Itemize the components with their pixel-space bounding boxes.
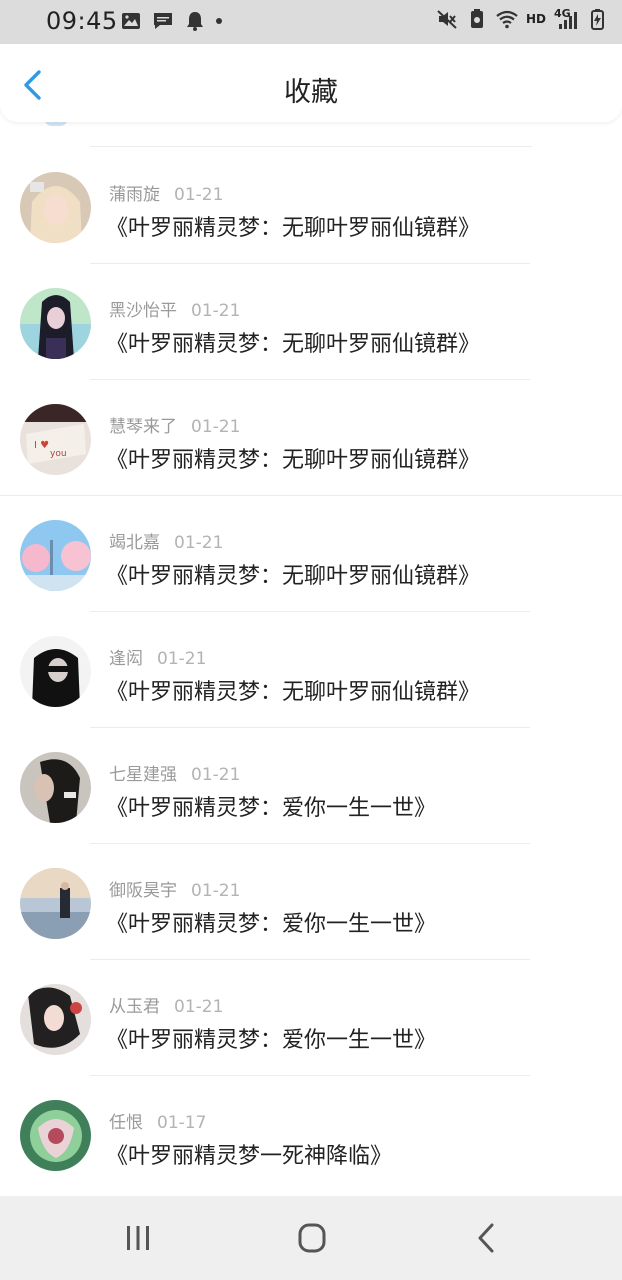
avatar[interactable]: [20, 868, 91, 939]
item-title: 《叶罗丽精灵梦：爱你一生一世》: [106, 1028, 437, 1053]
item-date: 01-21: [174, 997, 224, 1017]
divider: [90, 146, 532, 147]
avatar[interactable]: [20, 1100, 91, 1171]
favorites-list: 蒲雨旋 01-21 《叶罗丽精灵梦：无聊叶罗丽仙镜群》 黑沙怡平 01-21 《叶罗…: [0, 122, 622, 1196]
status-bar: 09:45 HD 4G: [0, 0, 622, 44]
item-date: 01-17: [157, 1113, 207, 1133]
list-item[interactable]: 任恨 01-17 《叶罗丽精灵梦一死神降临》: [0, 1076, 622, 1192]
svg-text:you: you: [50, 449, 67, 459]
navigation-bar: [0, 1196, 622, 1280]
avatar[interactable]: [20, 984, 91, 1055]
recent-apps-icon[interactable]: [118, 1220, 158, 1256]
item-date: 01-21: [191, 417, 241, 437]
item-title: 《叶罗丽精灵梦：爱你一生一世》: [106, 796, 437, 821]
battery-icon: [591, 9, 604, 30]
avatar[interactable]: [20, 288, 91, 359]
header-bar: 收藏: [0, 44, 622, 122]
user-name: 从玉君: [109, 997, 160, 1017]
battery-saver-icon: [470, 9, 483, 28]
list-item[interactable]: 七星建强 01-21 《叶罗丽精灵梦：爱你一生一世》: [0, 728, 622, 844]
user-name: 蒲雨旋: [109, 185, 160, 205]
message-icon: [154, 13, 172, 29]
user-name: 御阪昊宇: [109, 881, 177, 901]
user-name: 竭北嘉: [109, 533, 160, 553]
signal-icon: [559, 12, 577, 29]
item-title: 《叶罗丽精灵梦：无聊叶罗丽仙镜群》: [106, 564, 481, 589]
list-item[interactable]: 逢闳 01-21 《叶罗丽精灵梦：无聊叶罗丽仙镜群》: [0, 612, 622, 728]
page-title: 收藏: [284, 77, 338, 108]
avatar[interactable]: [20, 752, 91, 823]
wifi-icon: [496, 10, 518, 29]
item-title: 《叶罗丽精灵梦：无聊叶罗丽仙镜群》: [106, 448, 481, 473]
home-icon[interactable]: [292, 1220, 332, 1256]
item-title: 《叶罗丽精灵梦：无聊叶罗丽仙镜群》: [106, 332, 481, 357]
user-name: 任恨: [109, 1113, 143, 1133]
item-title: 《叶罗丽精灵梦：无聊叶罗丽仙镜群》: [106, 216, 481, 241]
item-title: 《叶罗丽精灵梦：爱你一生一世》: [106, 912, 437, 937]
user-name: 逢闳: [109, 649, 143, 669]
status-time: 09:45: [46, 7, 118, 35]
avatar: [44, 122, 68, 126]
list-item[interactable]: 蒲雨旋 01-21 《叶罗丽精灵梦：无聊叶罗丽仙镜群》: [0, 148, 622, 264]
item-date: 01-21: [191, 301, 241, 321]
user-name: 黑沙怡平: [109, 301, 177, 321]
avatar[interactable]: [20, 172, 91, 243]
svg-text:I ♥: I ♥: [34, 440, 49, 451]
avatar[interactable]: [20, 636, 91, 707]
list-item[interactable]: 从玉君 01-21 《叶罗丽精灵梦：爱你一生一世》: [0, 960, 622, 1076]
image-icon: [122, 13, 140, 29]
item-title: 《叶罗丽精灵梦一死神降临》: [106, 1144, 393, 1169]
avatar[interactable]: [20, 520, 91, 591]
back-icon[interactable]: [466, 1220, 506, 1256]
list-item[interactable]: 竭北嘉 01-21 《叶罗丽精灵梦：无聊叶罗丽仙镜群》: [0, 496, 622, 612]
item-title: 《叶罗丽精灵梦：无聊叶罗丽仙镜群》: [106, 680, 481, 705]
dot-icon: [216, 18, 222, 24]
user-name: 七星建强: [109, 765, 177, 785]
item-date: 01-21: [191, 765, 241, 785]
item-date: 01-21: [157, 649, 207, 669]
list-item[interactable]: 黑沙怡平 01-21 《叶罗丽精灵梦：无聊叶罗丽仙镜群》: [0, 264, 622, 380]
user-name: 慧琴来了: [109, 417, 177, 437]
list-item[interactable]: I ♥ you 慧琴来了 01-21 《叶罗丽精灵梦：无聊叶罗丽仙镜群》: [0, 380, 622, 496]
item-date: 01-21: [174, 533, 224, 553]
bell-icon: [187, 12, 203, 31]
mute-icon: [437, 10, 457, 29]
item-date: 01-21: [174, 185, 224, 205]
item-date: 01-21: [191, 881, 241, 901]
list-item[interactable]: 御阪昊宇 01-21 《叶罗丽精灵梦：爱你一生一世》: [0, 844, 622, 960]
avatar[interactable]: I ♥ you: [20, 404, 91, 475]
hd-label: HD: [525, 12, 546, 26]
